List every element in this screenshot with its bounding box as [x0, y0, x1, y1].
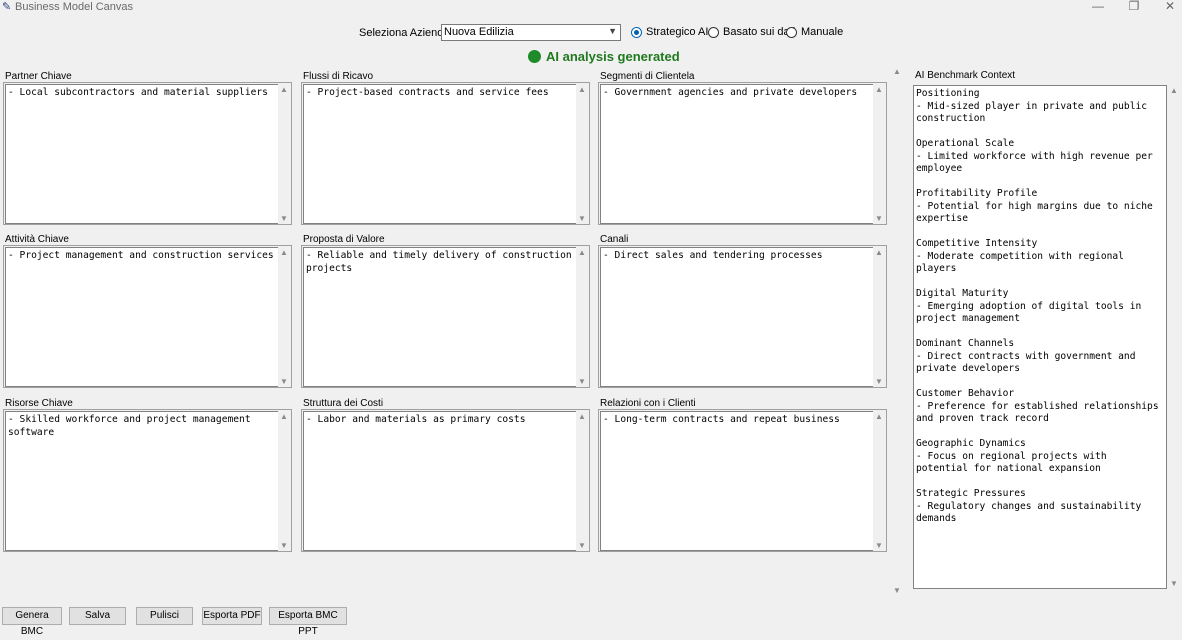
- arrow-up-icon[interactable]: ▲: [874, 85, 884, 94]
- radio-label: Manuale: [801, 26, 844, 38]
- box-title: Risorse Chiave: [5, 398, 73, 409]
- box-frame: - Labor and materials as primary costs ▲…: [301, 409, 590, 552]
- arrow-up-icon[interactable]: ▲: [577, 85, 587, 94]
- box-title: Segmenti di Clientela: [600, 71, 695, 82]
- box-proposta-di-valore: Proposta di Valore - Reliable and timely…: [301, 234, 590, 389]
- box-frame: - Direct sales and tendering processes ▲…: [598, 245, 887, 388]
- proposta-di-valore-text[interactable]: - Reliable and timely delivery of constr…: [303, 247, 577, 387]
- canvas-scrollbar[interactable]: ▲ ▼: [892, 66, 904, 596]
- minimize-button[interactable]: —: [1083, 0, 1113, 15]
- box-canali: Canali - Direct sales and tendering proc…: [598, 234, 887, 389]
- radio-icon[interactable]: [786, 26, 797, 38]
- arrow-down-icon[interactable]: ▼: [577, 541, 587, 550]
- esporta-pdf-button[interactable]: Esporta PDF: [202, 607, 262, 625]
- chevron-down-icon[interactable]: ▼: [608, 26, 617, 36]
- arrow-down-icon[interactable]: ▼: [874, 214, 884, 223]
- radio-strategico-ai[interactable]: Strategico AI: [631, 26, 708, 38]
- status-led-icon: [528, 50, 541, 63]
- scrollbar[interactable]: ▲ ▼: [576, 84, 588, 224]
- box-flussi-di-ricavo: Flussi di Ricavo - Project-based contrac…: [301, 71, 590, 226]
- radio-selected-icon[interactable]: [631, 26, 642, 38]
- context-text[interactable]: Positioning - Mid-sized player in privat…: [913, 85, 1167, 589]
- arrow-up-icon[interactable]: ▲: [279, 85, 289, 94]
- box-title: Canali: [600, 234, 629, 245]
- scrollbar[interactable]: ▲ ▼: [278, 411, 290, 551]
- esporta-bmc-ppt-button[interactable]: Esporta BMC PPT: [269, 607, 347, 637]
- arrow-down-icon[interactable]: ▼: [874, 541, 884, 550]
- company-dropdown-value: Nuova Edilizia: [444, 26, 514, 38]
- box-frame: - Government agencies and private develo…: [598, 82, 887, 225]
- box-segmenti-di-clientela: Segmenti di Clientela - Government agenc…: [598, 71, 887, 226]
- box-title: Proposta di Valore: [303, 234, 385, 245]
- canali-text[interactable]: - Direct sales and tendering processes: [600, 247, 874, 387]
- box-frame: - Skilled workforce and project manageme…: [3, 409, 292, 552]
- salva-button[interactable]: Salva: [69, 607, 126, 625]
- scrollbar[interactable]: ▲ ▼: [873, 247, 885, 387]
- radio-label: Basato sui dati: [723, 26, 796, 38]
- company-select-label: Seleziona Azienda: [359, 27, 450, 39]
- box-frame: - Project-based contracts and service fe…: [301, 82, 590, 225]
- box-risorse-chiave: Risorse Chiave - Skilled workforce and p…: [3, 398, 292, 553]
- arrow-down-icon[interactable]: ▼: [577, 214, 587, 223]
- arrow-up-icon[interactable]: ▲: [577, 412, 587, 421]
- box-title: Attività Chiave: [5, 234, 69, 245]
- scrollbar[interactable]: ▲ ▼: [576, 247, 588, 387]
- arrow-down-icon[interactable]: ▼: [279, 541, 289, 550]
- box-frame: - Long-term contracts and repeat busines…: [598, 409, 887, 552]
- context-panel-title: AI Benchmark Context: [915, 70, 1016, 81]
- segmenti-di-clientela-text[interactable]: - Government agencies and private develo…: [600, 84, 874, 224]
- box-title: Partner Chiave: [5, 71, 72, 82]
- box-relazioni-con-i-clienti: Relazioni con i Clienti - Long-term cont…: [598, 398, 887, 553]
- status-indicator: AI analysis generated: [528, 49, 680, 64]
- attivita-chiave-text[interactable]: - Project management and construction se…: [5, 247, 279, 387]
- relazioni-con-i-clienti-text[interactable]: - Long-term contracts and repeat busines…: [600, 411, 874, 551]
- box-frame: - Local subcontractors and material supp…: [3, 82, 292, 225]
- box-frame: - Project management and construction se…: [3, 245, 292, 388]
- arrow-up-icon[interactable]: ▲: [279, 412, 289, 421]
- close-button[interactable]: ✕: [1155, 0, 1182, 15]
- arrow-down-icon[interactable]: ▼: [1169, 579, 1179, 588]
- status-text: AI analysis generated: [546, 49, 680, 64]
- arrow-down-icon[interactable]: ▼: [577, 377, 587, 386]
- title-bar: ✎ Business Model Canvas — ❐ ✕: [0, 0, 1182, 15]
- scrollbar[interactable]: ▲ ▼: [873, 411, 885, 551]
- arrow-up-icon[interactable]: ▲: [874, 248, 884, 257]
- arrow-down-icon[interactable]: ▼: [892, 586, 902, 595]
- flussi-di-ricavo-text[interactable]: - Project-based contracts and service fe…: [303, 84, 577, 224]
- context-scrollbar[interactable]: ▲ ▼: [1168, 85, 1180, 589]
- restore-button[interactable]: ❐: [1119, 0, 1149, 15]
- box-title: Flussi di Ricavo: [303, 71, 374, 82]
- radio-icon[interactable]: [708, 26, 719, 38]
- arrow-down-icon[interactable]: ▼: [279, 214, 289, 223]
- company-dropdown[interactable]: Nuova Edilizia ▼: [441, 24, 621, 41]
- box-frame: - Reliable and timely delivery of constr…: [301, 245, 590, 388]
- box-struttura-dei-costi: Struttura dei Costi - Labor and material…: [301, 398, 590, 553]
- arrow-up-icon[interactable]: ▲: [279, 248, 289, 257]
- box-attivita-chiave: Attività Chiave - Project management and…: [3, 234, 292, 389]
- arrow-up-icon[interactable]: ▲: [1169, 86, 1179, 95]
- pulisci-button[interactable]: Pulisci: [136, 607, 193, 625]
- arrow-down-icon[interactable]: ▼: [874, 377, 884, 386]
- genera-bmc-button[interactable]: Genera BMC: [2, 607, 62, 637]
- box-title: Struttura dei Costi: [303, 398, 384, 409]
- box-partner-chiave: Partner Chiave - Local subcontractors an…: [3, 71, 292, 226]
- scrollbar[interactable]: ▲ ▼: [278, 247, 290, 387]
- arrow-up-icon[interactable]: ▲: [874, 412, 884, 421]
- radio-label: Strategico AI: [646, 26, 709, 38]
- risorse-chiave-text[interactable]: - Skilled workforce and project manageme…: [5, 411, 279, 551]
- scrollbar[interactable]: ▲ ▼: [576, 411, 588, 551]
- arrow-down-icon[interactable]: ▼: [279, 377, 289, 386]
- struttura-dei-costi-text[interactable]: - Labor and materials as primary costs: [303, 411, 577, 551]
- scrollbar[interactable]: ▲ ▼: [873, 84, 885, 224]
- arrow-up-icon[interactable]: ▲: [892, 67, 902, 76]
- radio-basato-sui-dati[interactable]: Basato sui dati: [708, 26, 795, 38]
- window-title: Business Model Canvas: [15, 1, 134, 13]
- radio-manuale[interactable]: Manuale: [786, 26, 843, 38]
- box-title: Relazioni con i Clienti: [600, 398, 696, 409]
- scrollbar[interactable]: ▲ ▼: [278, 84, 290, 224]
- feather-icon: ✎: [2, 1, 12, 13]
- partner-chiave-text[interactable]: - Local subcontractors and material supp…: [5, 84, 279, 224]
- arrow-up-icon[interactable]: ▲: [577, 248, 587, 257]
